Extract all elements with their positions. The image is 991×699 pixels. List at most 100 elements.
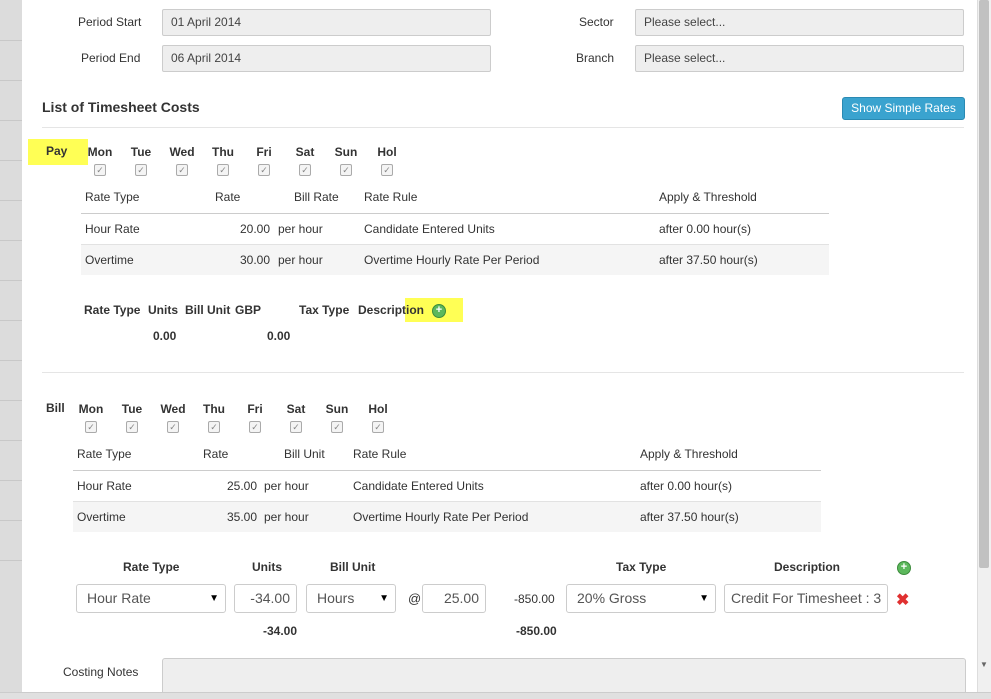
pay-gbp-total: 0.00: [267, 329, 291, 343]
day-checkbox-sun[interactable]: ✓: [331, 421, 343, 433]
day-label-wed: Wed: [160, 402, 186, 416]
day-label-fri: Fri: [256, 145, 272, 159]
rate-cell: 35.00: [226, 510, 257, 524]
pay-header-rate-rule: Rate Rule: [364, 190, 418, 204]
day-checkbox-sat[interactable]: ✓: [299, 164, 311, 176]
day-checkbox-sat[interactable]: ✓: [290, 421, 302, 433]
tax-type-select[interactable]: 20% Gross ▼: [566, 584, 716, 613]
day-label-mon: Mon: [78, 402, 104, 416]
unit-cell: per hour: [278, 253, 323, 267]
day-checkbox-tue[interactable]: ✓: [126, 421, 138, 433]
day-checkbox-tue[interactable]: ✓: [135, 164, 147, 176]
day-label-fri: Fri: [247, 402, 263, 416]
plus-circle-icon[interactable]: +: [897, 561, 911, 575]
sector-label: Sector: [579, 15, 614, 29]
day-checkbox-wed[interactable]: ✓: [176, 164, 188, 176]
threshold-cell: after 0.00 hour(s): [659, 222, 752, 236]
day-checkbox-hol[interactable]: ✓: [381, 164, 393, 176]
caret-down-icon: ▼: [209, 593, 219, 604]
sector-select[interactable]: Please select...: [635, 9, 964, 36]
pay-cost-bill-unit: Bill Unit: [185, 303, 231, 317]
day-checkbox-thu[interactable]: ✓: [208, 421, 220, 433]
day-checkbox-wed[interactable]: ✓: [167, 421, 179, 433]
day-label-wed: Wed: [169, 145, 195, 159]
rate-cell: 25.00: [226, 479, 257, 493]
day-label-sun: Sun: [334, 145, 358, 159]
rule-cell: Overtime Hourly Rate Per Period: [353, 510, 529, 524]
day-label-tue: Tue: [121, 402, 143, 416]
pay-cost-tax-type: Tax Type: [299, 303, 350, 317]
pay-cost-rate-type: Rate Type: [84, 303, 141, 317]
costing-notes-field[interactable]: [162, 658, 966, 692]
threshold-cell: after 37.50 hour(s): [659, 253, 758, 267]
rate-type-cell: Overtime: [85, 253, 134, 267]
x-icon[interactable]: ✖: [896, 590, 909, 610]
tax-type-value: 20% Gross: [577, 590, 647, 606]
modal-backdrop: [0, 0, 22, 698]
day-label-sat: Sat: [295, 145, 315, 159]
day-label-mon: Mon: [87, 145, 113, 159]
bill-cost-description: Description: [774, 560, 841, 574]
bill-unit-value: Hours: [317, 590, 355, 606]
bill-amount-total: -850.00: [516, 624, 557, 638]
pay-header-rate-type: Rate Type: [85, 190, 140, 204]
bill-units-total: -34.00: [263, 624, 298, 638]
bill-cost-tax-type: Tax Type: [616, 560, 667, 574]
scrollbar-thumb[interactable]: [979, 0, 989, 568]
bill-header-rate: Rate: [203, 447, 229, 461]
period-end-label: Period End: [81, 51, 141, 65]
pay-header-rate: Rate: [215, 190, 241, 204]
threshold-cell: after 37.50 hour(s): [640, 510, 739, 524]
branch-select[interactable]: Please select...: [635, 45, 964, 72]
table-row: Hour Rate 25.00 per hour Candidate Enter…: [73, 471, 821, 501]
section-title: List of Timesheet Costs: [42, 99, 200, 115]
description-input[interactable]: Credit For Timesheet : 3: [724, 584, 888, 613]
day-checkbox-fri[interactable]: ✓: [258, 164, 270, 176]
bill-header-rate-rule: Rate Rule: [353, 447, 407, 461]
branch-label: Branch: [576, 51, 615, 65]
bill-header-threshold: Apply & Threshold: [640, 447, 738, 461]
day-checkbox-sun[interactable]: ✓: [340, 164, 352, 176]
day-checkbox-mon[interactable]: ✓: [94, 164, 106, 176]
bill-unit-select[interactable]: Hours ▼: [306, 584, 396, 613]
day-label-tue: Tue: [130, 145, 152, 159]
day-label-sat: Sat: [286, 402, 306, 416]
unit-cell: per hour: [264, 479, 309, 493]
threshold-cell: after 0.00 hour(s): [640, 479, 733, 493]
day-label-thu: Thu: [203, 402, 225, 416]
caret-down-icon: ▼: [699, 593, 709, 604]
table-row: Overtime 30.00 per hour Overtime Hourly …: [81, 245, 829, 275]
rule-cell: Overtime Hourly Rate Per Period: [364, 253, 540, 267]
unit-cell: per hour: [264, 510, 309, 524]
scroll-down-icon[interactable]: ▼: [977, 658, 991, 672]
pay-cost-gbp: GBP: [235, 303, 262, 317]
bill-header-rate-type: Rate Type: [77, 447, 132, 461]
pay-label: Pay: [46, 144, 68, 158]
at-symbol: @: [408, 591, 422, 606]
pay-units-total: 0.00: [153, 329, 177, 343]
rate-cell: 30.00: [239, 253, 270, 267]
day-checkbox-fri[interactable]: ✓: [249, 421, 261, 433]
day-checkbox-mon[interactable]: ✓: [85, 421, 97, 433]
costing-notes-label: Costing Notes: [63, 665, 139, 679]
units-input[interactable]: -34.00: [234, 584, 297, 613]
table-row: Overtime 35.00 per hour Overtime Hourly …: [73, 502, 821, 532]
period-start-field[interactable]: 01 April 2014: [162, 9, 491, 36]
period-end-field[interactable]: 06 April 2014: [162, 45, 491, 72]
bill-header-bill-unit: Bill Unit: [284, 447, 325, 461]
day-checkbox-thu[interactable]: ✓: [217, 164, 229, 176]
rate-input[interactable]: 25.00: [422, 584, 486, 613]
table-row: Hour Rate 20.00 per hour Candidate Enter…: [81, 214, 829, 244]
bill-cost-units: Units: [252, 560, 282, 574]
day-label-hol: Hol: [377, 145, 397, 159]
pay-cost-units: Units: [148, 303, 178, 317]
period-start-label: Period Start: [78, 15, 142, 29]
pay-header-bill-rate: Bill Rate: [294, 190, 339, 204]
rate-type-select[interactable]: Hour Rate ▼: [76, 584, 226, 613]
plus-circle-icon[interactable]: +: [432, 304, 446, 318]
bill-cost-rate-type: Rate Type: [123, 560, 180, 574]
bill-cost-bill-unit: Bill Unit: [330, 560, 376, 574]
day-label-thu: Thu: [212, 145, 234, 159]
day-checkbox-hol[interactable]: ✓: [372, 421, 384, 433]
show-simple-rates-button[interactable]: Show Simple Rates: [842, 97, 965, 120]
